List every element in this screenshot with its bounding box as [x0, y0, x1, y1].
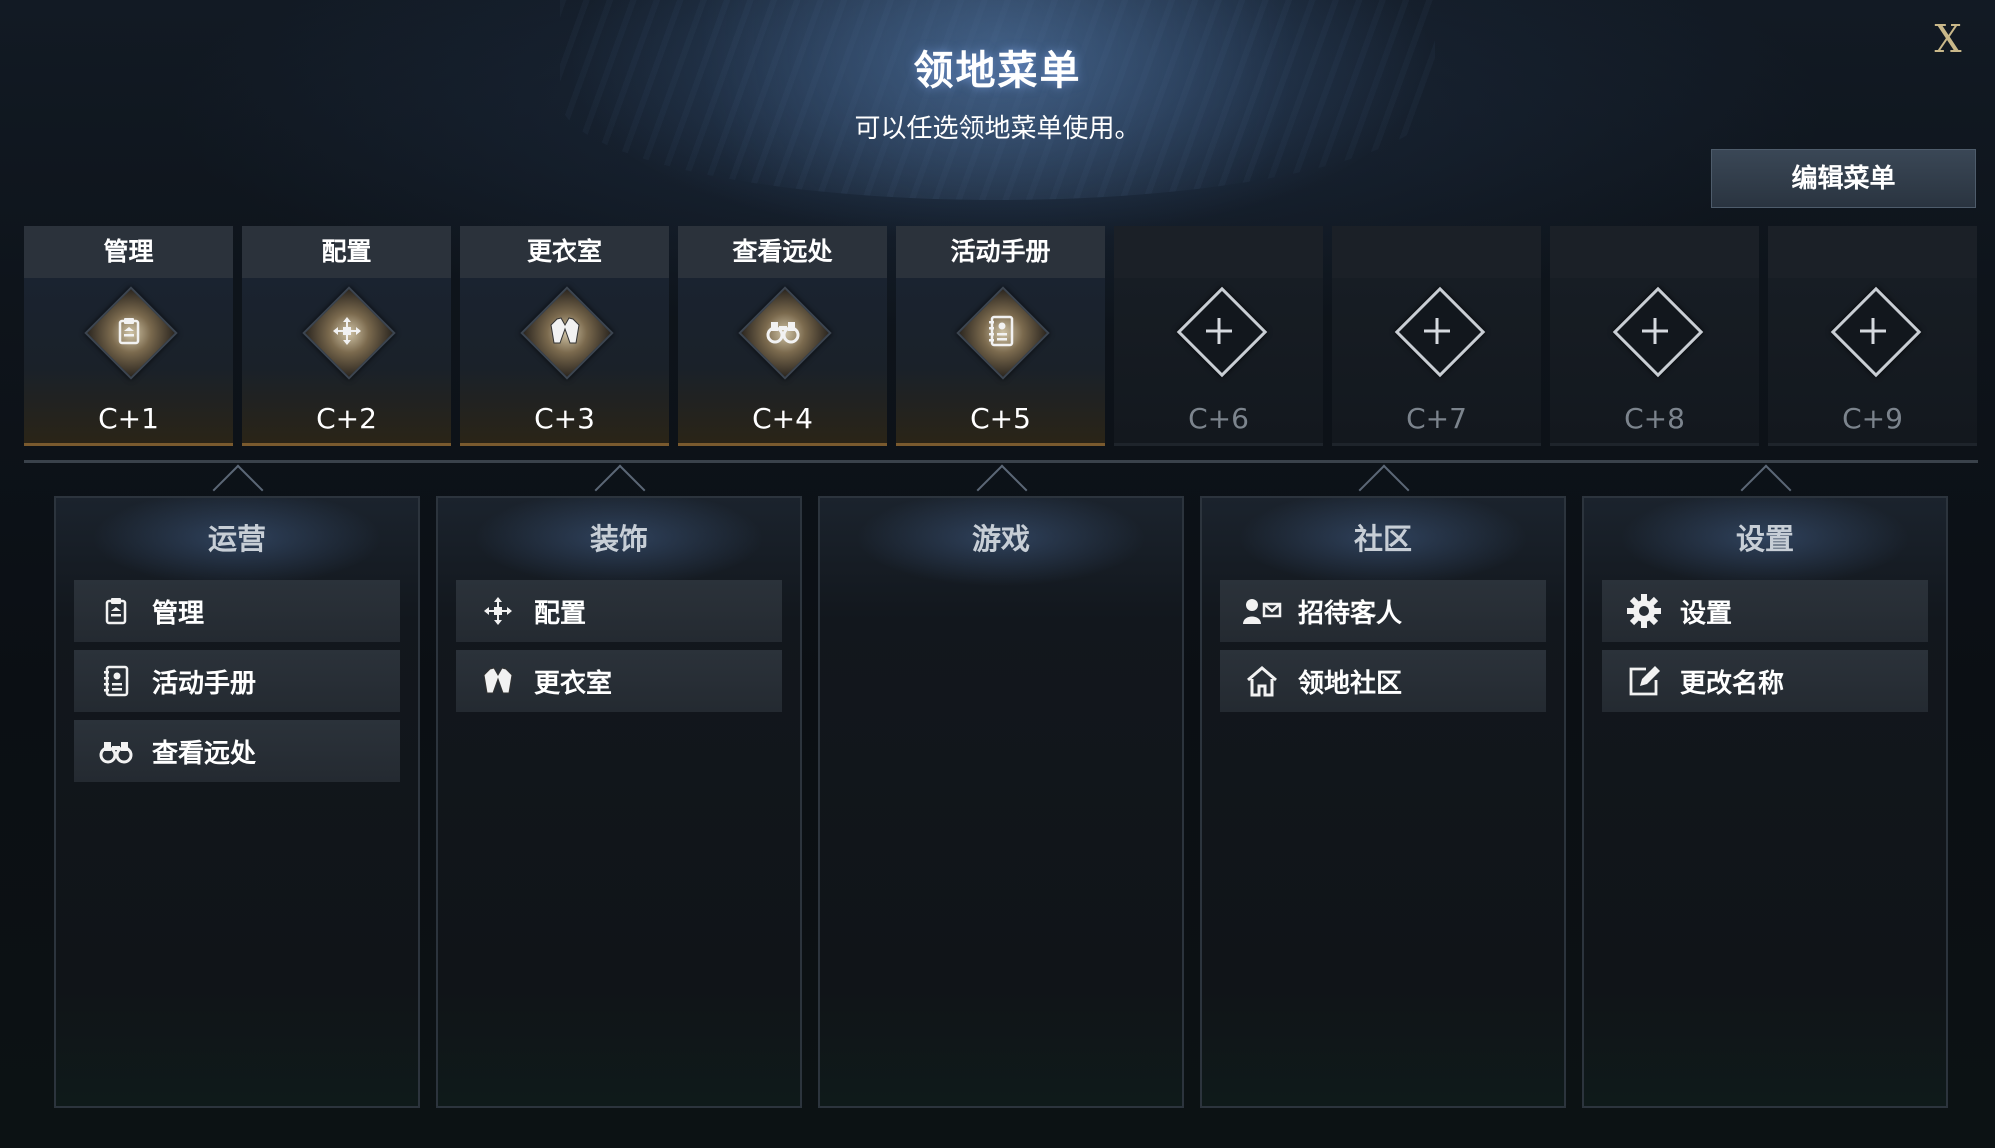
menu-item-label: 查看远处 [152, 738, 257, 769]
quick-slot-9[interactable]: C+9 [1768, 226, 1977, 446]
menu-item[interactable]: 设置 [1602, 580, 1928, 642]
quick-slot-label: 查看远处 [678, 226, 887, 278]
quick-slot-key: C+5 [970, 402, 1031, 435]
menu-item-label: 管理 [152, 598, 205, 629]
quick-slot-label: 管理 [24, 226, 233, 278]
notebook-icon [94, 659, 138, 703]
quick-slot-8[interactable]: C+8 [1550, 226, 1759, 446]
edit-name-icon [1622, 659, 1666, 703]
menu-item-label: 更衣室 [534, 668, 613, 699]
plus-icon [1842, 300, 1904, 362]
menu-item-label: 活动手册 [152, 668, 257, 699]
menu-item[interactable]: 更改名称 [1602, 650, 1928, 712]
quick-slot-key: C+1 [98, 402, 159, 435]
home-community-icon [1240, 659, 1284, 703]
clipboard-icon [98, 300, 160, 362]
quick-slot-key: C+8 [1624, 402, 1685, 435]
quick-slot-5[interactable]: 活动手册 C+5 [896, 226, 1105, 446]
quick-slot-7[interactable]: C+7 [1332, 226, 1541, 446]
quick-slot-body: C+6 [1114, 278, 1323, 446]
quick-slot-label [1114, 226, 1323, 278]
menu-item[interactable]: 查看远处 [74, 720, 400, 782]
category-panel: 装饰 配置 更衣室 [436, 464, 802, 1108]
quick-slot-6[interactable]: C+6 [1114, 226, 1323, 446]
quick-slot-key: C+3 [534, 402, 595, 435]
category-panels: 运营 管理 活动手册 查看远处 装饰 配置 更衣室 游戏 社区 招待客人 领地社区 设置 设置 更改名称 [54, 464, 1950, 1108]
invite-guest-icon [1240, 589, 1284, 633]
close-button[interactable]: X [1927, 18, 1969, 60]
plus-icon [1406, 300, 1468, 362]
move-arrows-icon [476, 589, 520, 633]
quick-slot-body: C+8 [1550, 278, 1759, 446]
binoculars-icon [752, 300, 814, 362]
category-panel: 游戏 [818, 464, 1184, 1108]
category-panel: 运营 管理 活动手册 查看远处 [54, 464, 420, 1108]
quick-slot-3[interactable]: 更衣室 C+3 [460, 226, 669, 446]
quick-slot-label: 活动手册 [896, 226, 1105, 278]
menu-item[interactable]: 更衣室 [456, 650, 782, 712]
page-title: 领地菜单 [913, 48, 1082, 94]
quick-slot-body: C+4 [678, 278, 887, 446]
quick-slot-body: C+3 [460, 278, 669, 446]
quick-slot-body: C+2 [242, 278, 451, 446]
binoculars-icon [94, 729, 138, 773]
menu-item[interactable]: 配置 [456, 580, 782, 642]
divider [24, 460, 1978, 463]
notebook-icon [970, 300, 1032, 362]
quick-slot-key: C+9 [1842, 402, 1903, 435]
page-subtitle: 可以任选领地菜单使用。 [854, 114, 1141, 144]
territory-menu-window: 领地菜单 可以任选领地菜单使用。 X 编辑菜单 管理 C+1 配置 C+2 更衣室 C+3… [0, 0, 1995, 1148]
menu-item-label: 更改名称 [1680, 668, 1785, 699]
menu-item[interactable]: 活动手册 [74, 650, 400, 712]
menu-item-label: 配置 [534, 598, 587, 629]
quick-slot-label [1550, 226, 1759, 278]
plus-icon [1624, 300, 1686, 362]
menu-item[interactable]: 管理 [74, 580, 400, 642]
quick-slot-key: C+2 [316, 402, 377, 435]
quick-slot-key: C+4 [752, 402, 813, 435]
clipboard-icon [94, 589, 138, 633]
quick-slot-key: C+7 [1406, 402, 1467, 435]
quick-slot-2[interactable]: 配置 C+2 [242, 226, 451, 446]
quick-slot-body: C+9 [1768, 278, 1977, 446]
quick-slot-label [1768, 226, 1977, 278]
quick-slot-4[interactable]: 查看远处 C+4 [678, 226, 887, 446]
menu-item[interactable]: 领地社区 [1220, 650, 1546, 712]
menu-item-label: 领地社区 [1298, 668, 1403, 699]
quick-slot-body: C+7 [1332, 278, 1541, 446]
quick-slot-body: C+5 [896, 278, 1105, 446]
menu-item-label: 招待客人 [1298, 598, 1403, 629]
quick-slot-key: C+6 [1188, 402, 1249, 435]
gear-icon [1622, 589, 1666, 633]
edit-menu-button[interactable]: 编辑菜单 [1711, 149, 1976, 208]
header-ornament [560, 0, 1435, 200]
jacket-icon [476, 659, 520, 703]
menu-item[interactable]: 招待客人 [1220, 580, 1546, 642]
category-panel: 设置 设置 更改名称 [1582, 464, 1948, 1108]
plus-icon [1188, 300, 1250, 362]
menu-item-label: 设置 [1680, 598, 1733, 629]
quick-slot-body: C+1 [24, 278, 233, 446]
quick-slot-bar: 管理 C+1 配置 C+2 更衣室 C+3 查看远处 C+4 活动手册 C+5 C+6 C+7 C+8 C… [24, 226, 1978, 446]
quick-slot-1[interactable]: 管理 C+1 [24, 226, 233, 446]
category-panel: 社区 招待客人 领地社区 [1200, 464, 1566, 1108]
move-arrows-icon [316, 300, 378, 362]
quick-slot-label [1332, 226, 1541, 278]
quick-slot-label: 配置 [242, 226, 451, 278]
jacket-icon [534, 300, 596, 362]
quick-slot-label: 更衣室 [460, 226, 669, 278]
